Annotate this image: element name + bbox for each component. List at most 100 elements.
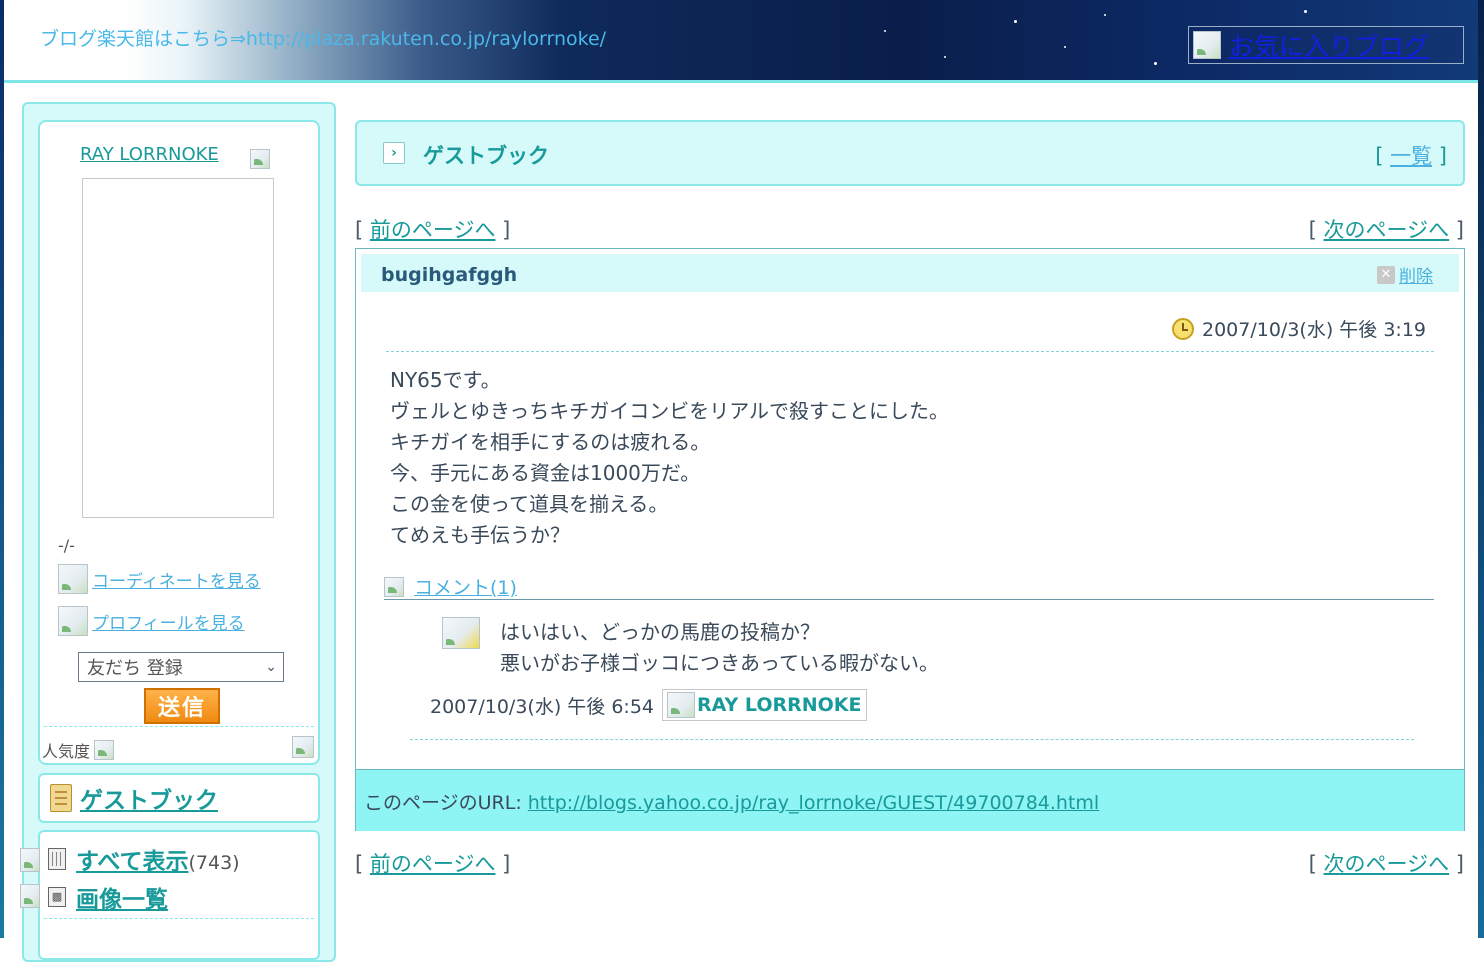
entry-body-line: NY65です。 [390, 368, 501, 392]
profile-avatar [82, 178, 274, 518]
profile-name-link[interactable]: RAY LORRNOKE [80, 144, 219, 165]
sidebar-nav: すべて表示(743) ▩ 画像一覧 [38, 830, 320, 960]
coordinate-link-row[interactable]: コーディネートを見る [58, 564, 261, 594]
bracket: ] [502, 852, 511, 876]
comment-line: はいはい、どっかの馬鹿の投稿か？ [500, 620, 820, 644]
banner-star [884, 30, 886, 32]
commenter-avatar-icon [442, 617, 480, 649]
next-page-link[interactable]: 次のページへ [1324, 218, 1450, 242]
entry-body-line: 今、手元にある資金は1000万だ。 [390, 461, 701, 485]
profile-divider [44, 726, 314, 727]
entry-titlebar: bugihgafggh ✕ 削除 [361, 254, 1459, 292]
popularity-icon [94, 740, 115, 760]
clock-icon [1172, 317, 1194, 340]
page-url-row: このページのURL: http://blogs.yahoo.co.jp/ray_… [364, 788, 1099, 815]
banner-star [1154, 62, 1157, 65]
banner-star [944, 56, 946, 58]
comment-count-link[interactable]: コメント(1) [414, 573, 517, 600]
friend-register-select[interactable]: 友だち 登録 ⌄ [78, 652, 284, 682]
comment-icon [384, 576, 404, 597]
delete-link[interactable]: 削除 [1399, 262, 1433, 287]
profile-link-row[interactable]: プロフィールを見る [58, 606, 245, 636]
header-banner: ブログ楽天館はこちら⇒http://plaza.rakuten.co.jp/ra… [4, 0, 1478, 83]
entry-body-line: キチガイを相手にするのは疲れる。 [390, 430, 711, 454]
comment-line: 悪いがお子様ゴッコにつきあっている暇がない。 [500, 651, 939, 675]
favorite-blog-button[interactable]: お気に入りブログ [1188, 26, 1464, 64]
page-url-label: このページのURL: [364, 792, 528, 814]
bracket: ] [1455, 852, 1464, 876]
image-icon: ▩ [48, 887, 66, 907]
sidebar-item-show-all[interactable]: すべて表示(743) [48, 842, 240, 876]
entry-date-text: 2007/10/3(水) 午後 3:19 [1202, 319, 1426, 341]
entry-body-line: てめえも手伝うか？ [390, 523, 570, 547]
show-all-count: (743) [188, 852, 240, 874]
sidebar-broken-icon [20, 884, 40, 908]
comment-divider [384, 599, 1434, 600]
guestbook-list-link[interactable]: 一覧 [1390, 144, 1432, 168]
friend-select-value: 友だち 登録 [87, 658, 183, 679]
sidebar-guestbook-box[interactable]: ゲストブック [38, 773, 320, 823]
popularity-meter-icon [292, 736, 314, 758]
profile-badge-icon [250, 149, 270, 169]
comment-end-divider [410, 739, 1414, 740]
profile-panel: RAY LORRNOKE -/- コーディネートを見る プロフィールを見る 友だ… [38, 120, 320, 765]
folder-icon [48, 848, 66, 870]
image-list-link[interactable]: 画像一覧 [76, 880, 168, 914]
banner-star [1304, 10, 1307, 13]
popularity-row: 人気度 [42, 738, 115, 762]
profile-icon [58, 606, 88, 636]
chevron-down-icon: ⌄ [265, 659, 277, 675]
commenter-name-link[interactable]: RAY LORRNOKE [697, 694, 862, 716]
commenter-badge[interactable]: RAY LORRNOKE [662, 689, 867, 721]
next-page-link[interactable]: 次のページへ [1324, 852, 1450, 876]
bracket: [ [1308, 852, 1317, 876]
pager-prev-bottom: [ 前のページへ ] [355, 848, 510, 878]
pager-next-top: [ 次のページへ ] [1309, 214, 1464, 244]
profile-link[interactable]: プロフィールを見る [92, 609, 245, 634]
sidebar-broken-icon [20, 848, 40, 872]
page-url-bar: このページのURL: http://blogs.yahoo.co.jp/ray_… [356, 769, 1464, 831]
pager-next-bottom: [ 次のページへ ] [1309, 848, 1464, 878]
favorite-blog-link[interactable]: お気に入りブログ [1229, 27, 1429, 63]
bracket: ] [502, 218, 511, 242]
guestbook-header: › ゲストブック [ 一覧 ] [355, 120, 1465, 186]
favorite-blog-icon [1193, 31, 1221, 59]
sidebar-guestbook-link[interactable]: ゲストブック [80, 781, 218, 815]
comment-toggle[interactable]: コメント(1) [384, 573, 517, 600]
comment-body: はいはい、どっかの馬鹿の投稿か？ 悪いがお子様ゴッコにつきあっている暇がない。 [500, 617, 939, 679]
entry-body: NY65です。 ヴェルとゆきっちキチガイコンビをリアルで殺すことにした。 キチガ… [390, 365, 949, 551]
guestbook-entry: bugihgafggh ✕ 削除 2007/10/3(水) 午後 3:19 NY… [355, 248, 1465, 831]
entry-timestamp: 2007/10/3(水) 午後 3:19 [1172, 315, 1426, 342]
notepad-icon [50, 784, 72, 812]
nav-divider [44, 918, 314, 919]
bracket: [ [1308, 218, 1317, 242]
banner-link-text[interactable]: ブログ楽天館はこちら⇒http://plaza.rakuten.co.jp/ra… [40, 24, 606, 51]
prev-page-link[interactable]: 前のページへ [370, 218, 496, 242]
bracket: ] [1455, 218, 1464, 242]
sidebar-item-image-list[interactable]: ▩ 画像一覧 [48, 880, 168, 914]
coordinate-icon [58, 564, 88, 594]
entry-body-line: ヴェルとゆきっちキチガイコンビをリアルで殺すことにした。 [390, 399, 949, 423]
banner-star [1064, 46, 1066, 48]
send-button[interactable]: 送信 [144, 688, 220, 724]
bracket: [ [355, 852, 364, 876]
banner-star [1014, 20, 1017, 23]
prev-page-link[interactable]: 前のページへ [370, 852, 496, 876]
profile-date: -/- [58, 536, 75, 555]
banner-star [1104, 14, 1106, 16]
pager-prev-top: [ 前のページへ ] [355, 214, 510, 244]
bracket: [ [355, 218, 364, 242]
arrow-right-icon: › [383, 142, 405, 164]
delete-entry-button[interactable]: ✕ 削除 [1377, 262, 1433, 287]
coordinate-link[interactable]: コーディネートを見る [92, 567, 261, 592]
bracket: ] [1438, 144, 1447, 168]
comment-date: 2007/10/3(水) 午後 6:54 [430, 695, 654, 718]
page-url-link[interactable]: http://blogs.yahoo.co.jp/ray_lorrnoke/GU… [528, 792, 1099, 814]
popularity-label: 人気度 [42, 742, 91, 761]
left-frame-edge [0, 0, 4, 938]
guestbook-list-nav: [ 一覧 ] [1375, 140, 1447, 170]
entry-title: bugihgafggh [381, 264, 518, 286]
entry-divider [386, 351, 1434, 352]
show-all-link[interactable]: すべて表示 [76, 849, 188, 875]
entry-body-line: この金を使って道具を揃える。 [390, 492, 669, 516]
